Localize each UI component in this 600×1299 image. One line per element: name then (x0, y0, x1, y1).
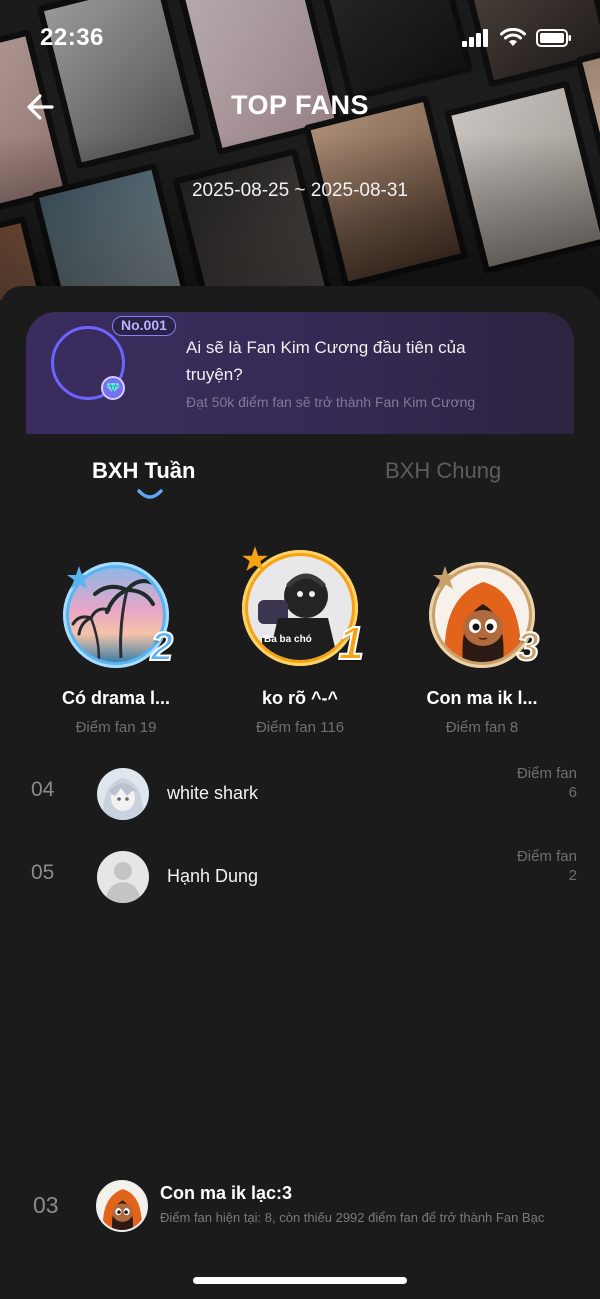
row-score: Điểm fan 6 (517, 764, 577, 802)
wifi-icon (500, 28, 526, 46)
fan-score: Điểm fan 8 (445, 719, 519, 736)
tab-weekly-ranking[interactable]: BXH Tuần (92, 458, 195, 484)
battery-icon (536, 29, 571, 47)
page-title: TOP FANS (230, 90, 370, 120)
active-tab-indicator (137, 489, 163, 499)
default-avatar-icon[interactable] (97, 851, 149, 903)
status-icons (462, 28, 572, 48)
avatar[interactable] (97, 768, 149, 820)
my-rank-bar[interactable]: 03 Con ma ik lạc:3 Điểm fan hiện tại: 8,… (0, 1176, 600, 1236)
podium-first[interactable]: Ba ba chó 1 ko rõ ^-^ Điểm fan 116 (200, 546, 400, 736)
list-item[interactable]: 04 white shark Điểm fan 6 (0, 764, 600, 828)
diamond-icon (101, 376, 125, 400)
date-range: 2025-08-25 ~ 2025-08-31 (191, 180, 409, 201)
banner-title: Ai sẽ là Fan Kim Cương đầu tiên của truy… (186, 338, 466, 384)
avatar[interactable] (96, 1180, 148, 1232)
podium-third[interactable]: 3 Con ma ik l... Điểm fan 8 (382, 548, 582, 736)
banner-subtitle: Đạt 50k điểm fan sẽ trở thành Fan Kim Cư… (186, 394, 476, 410)
fan-score: Điểm fan 19 (75, 719, 157, 736)
row-rank: 04 (31, 778, 55, 801)
avatar[interactable]: 3 (429, 562, 540, 670)
fan-score: Điểm fan 116 (255, 719, 345, 736)
tab-overall-ranking[interactable]: BXH Chung (385, 458, 501, 484)
rank-number: 2 (150, 624, 174, 670)
row-score-value: 6 (568, 784, 577, 801)
my-rank-number: 03 (33, 1192, 59, 1218)
list-item[interactable]: 05 Hạnh Dung Điểm fan 2 (0, 847, 600, 911)
avatar[interactable]: Ba ba chó 1 (242, 546, 365, 670)
row-score-value: 2 (568, 867, 577, 884)
fan-name: Có drama l... (61, 688, 171, 708)
diamond-fan-banner[interactable]: No.001 Ai sẽ là Fan Kim Cương đầu tiên c… (26, 312, 574, 434)
fan-name: Con ma ik l... (426, 688, 538, 708)
row-score-label: Điểm fan (516, 848, 577, 865)
star-icon (433, 566, 457, 589)
rank-number: 1 (337, 616, 365, 670)
home-indicator[interactable] (193, 1277, 407, 1284)
star-icon (242, 546, 268, 571)
my-progress-text: Điểm fan hiện tại: 8, còn thiếu 2992 điể… (160, 1210, 545, 1225)
status-bar: 22:36 (40, 18, 572, 58)
fan-name: ko rõ ^-^ (261, 688, 339, 708)
avatar-caption: Ba ba chó (264, 634, 312, 645)
signal-icon (462, 29, 488, 47)
star-icon (67, 566, 91, 589)
top-bar: TOP FANS (0, 84, 600, 128)
rank-number: 3 (516, 624, 540, 670)
rank-badge: No.001 (112, 316, 176, 336)
row-name: white shark (167, 783, 259, 803)
avatar[interactable]: 2 (63, 562, 174, 670)
row-name: Hạnh Dung (167, 866, 259, 886)
podium-second[interactable]: 2 Có drama l... Điểm fan 19 (16, 548, 216, 736)
status-time: 22:36 (40, 24, 104, 51)
my-name: Con ma ik lạc:3 (160, 1183, 293, 1203)
row-rank: 05 (31, 861, 55, 884)
row-score: Điểm fan 2 (517, 847, 577, 885)
row-score-label: Điểm fan (516, 765, 577, 782)
